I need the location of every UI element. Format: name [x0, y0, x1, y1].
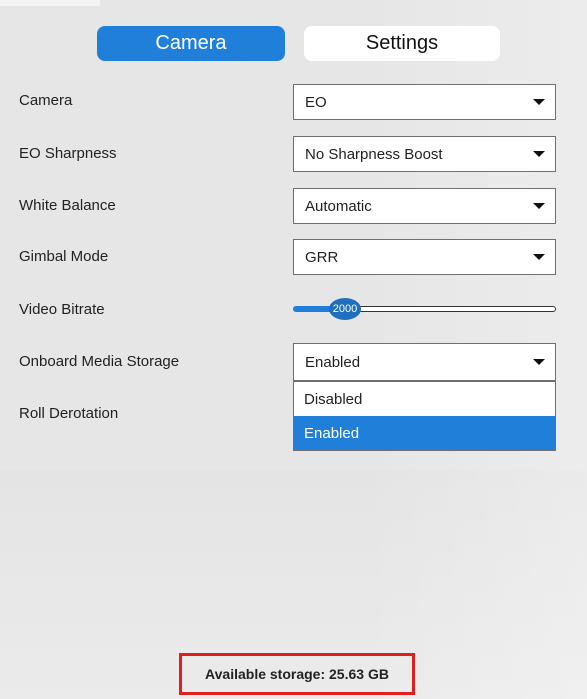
gimbal-mode-select[interactable]: GRR — [293, 239, 556, 275]
tab-camera[interactable]: Camera — [97, 26, 285, 61]
eo-sharpness-label: EO Sharpness — [19, 145, 117, 162]
camera-select[interactable]: EO — [293, 84, 556, 120]
dropdown-option-disabled[interactable]: Disabled — [294, 382, 555, 416]
onboard-media-storage-select[interactable]: Enabled — [293, 343, 556, 381]
dropdown-option-enabled[interactable]: Enabled — [294, 416, 555, 450]
chevron-down-icon — [533, 151, 545, 157]
onboard-media-storage-label: Onboard Media Storage — [19, 353, 180, 370]
onboard-media-storage-dropdown: Disabled Enabled — [293, 381, 556, 451]
eo-sharpness-value: No Sharpness Boost — [305, 145, 443, 163]
bitrate-slider-thumb[interactable]: 2000 — [329, 298, 361, 320]
camera-label: Camera — [19, 92, 73, 109]
chevron-down-icon — [533, 99, 545, 105]
eo-sharpness-select[interactable]: No Sharpness Boost — [293, 136, 556, 172]
chevron-down-icon — [533, 203, 545, 209]
video-bitrate-label: Video Bitrate — [19, 301, 105, 318]
gimbal-mode-label: Gimbal Mode — [19, 248, 109, 265]
bitrate-slider-value: 2000 — [332, 303, 358, 315]
gimbal-mode-value: GRR — [305, 248, 339, 266]
bitrate-slider-track[interactable] — [345, 306, 556, 312]
white-balance-label: White Balance — [19, 197, 116, 214]
onboard-media-storage-value: Enabled — [305, 353, 361, 371]
available-storage-text: Available storage: 25.63 GB — [205, 666, 389, 682]
top-strip — [0, 0, 100, 6]
white-balance-select[interactable]: Automatic — [293, 188, 556, 224]
white-balance-value: Automatic — [305, 197, 372, 215]
chevron-down-icon — [533, 254, 545, 260]
camera-select-value: EO — [305, 93, 327, 111]
available-storage-indicator: Available storage: 25.63 GB — [179, 653, 415, 695]
tab-settings[interactable]: Settings — [304, 26, 500, 61]
roll-derotation-label: Roll Derotation — [19, 405, 119, 422]
chevron-down-icon — [533, 359, 545, 365]
